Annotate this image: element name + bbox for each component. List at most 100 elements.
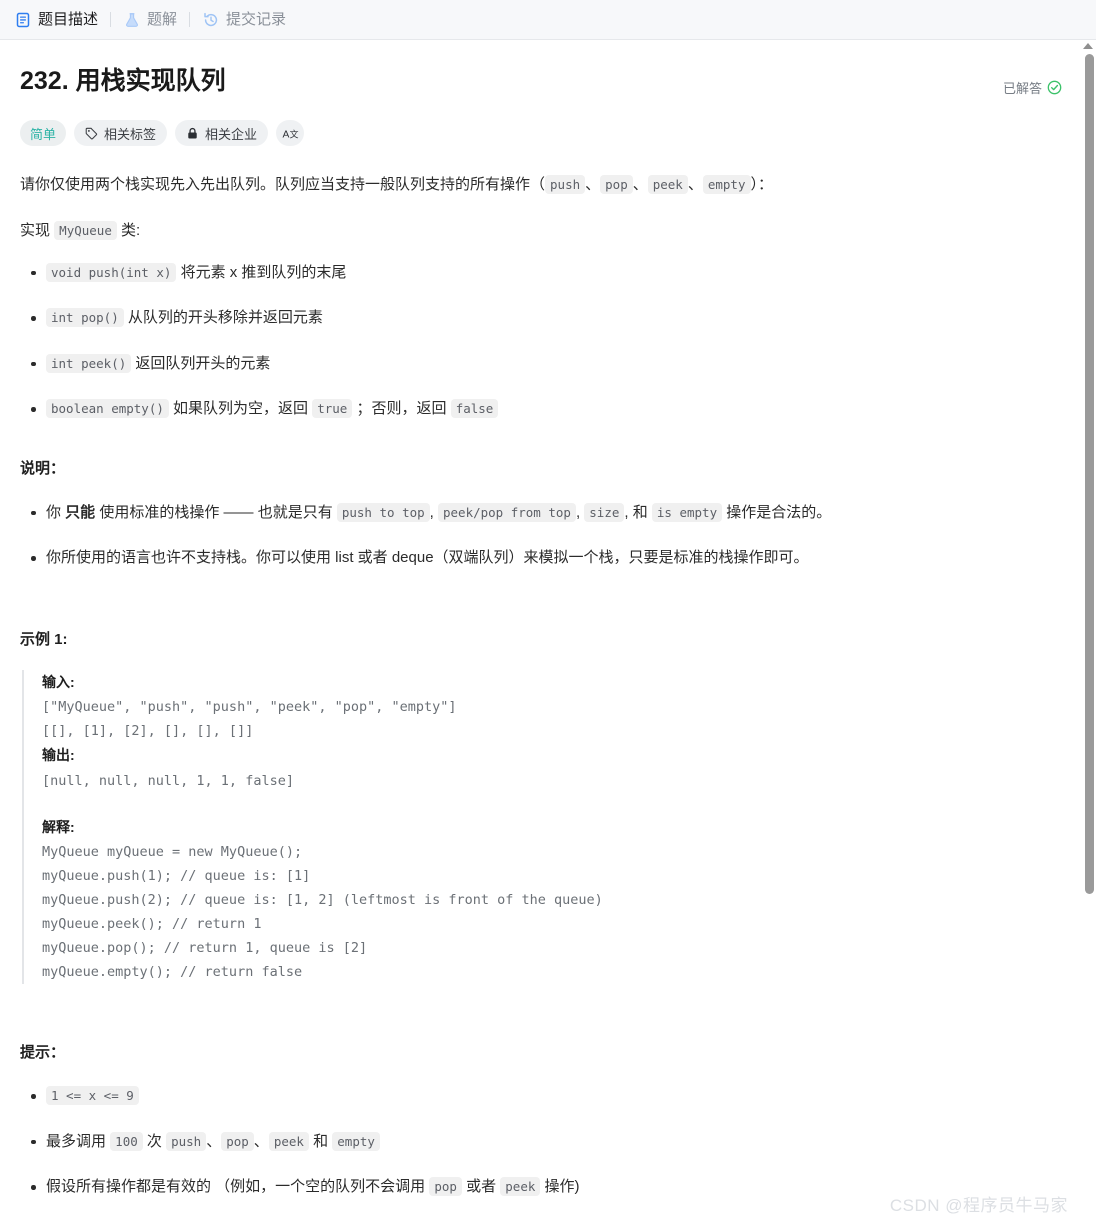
hint-text-b: 或者 [461, 1178, 501, 1196]
related-tags-label: 相关标签 [104, 126, 157, 142]
method-text-1: 如果队列为空，返回 [168, 400, 313, 418]
code-false: false [450, 399, 499, 419]
code-peek: peek [268, 1131, 309, 1151]
code-void-push: void push(int x) [46, 262, 177, 282]
tab-solutions[interactable]: 题解 [123, 11, 189, 28]
tag-icon [85, 127, 98, 140]
intro-text-1: 请你仅使用两个栈实现先入先出队列。队列应当支持一般队列支持的所有操作（ [20, 176, 546, 194]
hint-text-a: 假设所有操作都是有效的 （例如，一个空的队列不会调用 [46, 1178, 430, 1196]
explain-line-1: MyQueue myQueue = new MyQueue(); [42, 843, 303, 860]
explain-line-6: myQueue.empty(); // return false [42, 963, 303, 980]
translate-button[interactable]: A 文 [276, 120, 305, 147]
status-badge: 已解答 [1003, 66, 1062, 97]
code-int-peek: int peek() [46, 353, 132, 373]
notes-text-b: 使用标准的栈操作 —— 也就是只有 [95, 503, 337, 521]
tab-problem-description[interactable]: 题目描述 [14, 11, 110, 28]
code-peek: peek [647, 175, 688, 195]
code-peek: peek [500, 1177, 541, 1197]
code-push: push [545, 175, 586, 195]
tab-submissions[interactable]: 提交记录 [202, 11, 298, 28]
code-100: 100 [110, 1131, 143, 1151]
svg-text:A: A [282, 129, 289, 140]
hints-list: 1 <= x <= 9 最多调用 100 次 push、 pop、 peek 和 e… [20, 1083, 1062, 1200]
output-line-1: [null, null, null, 1, 1, false] [42, 772, 294, 789]
svg-text:文: 文 [289, 128, 298, 140]
sep-2: 、 [632, 176, 648, 194]
notes-list: 你 只能 使用标准的栈操作 —— 也就是只有 push to top, peek… [20, 500, 1062, 571]
history-icon [202, 11, 219, 28]
notes-text-d: 操作是合法的。 [722, 503, 832, 521]
example-block: 输入: ["MyQueue", "push", "push", "peek", … [22, 670, 1062, 984]
input-line-1: ["MyQueue", "push", "push", "peek", "pop… [42, 699, 457, 716]
code-empty: empty [702, 175, 751, 195]
implement-prefix: 实现 [20, 222, 55, 240]
tab-divider [110, 12, 112, 27]
sep: , 和 [624, 503, 652, 521]
list-item: 你所使用的语言也许不支持栈。你可以使用 list 或者 deque（双端队列）来… [31, 545, 1062, 571]
input-label: 输入: [42, 674, 75, 691]
code-size: size [584, 502, 625, 522]
tab-label: 题目描述 [38, 11, 99, 28]
code-is-empty: is empty [651, 502, 723, 522]
page-title: 232. 用栈实现队列 [20, 67, 226, 95]
title-row: 232. 用栈实现队列 已解答 [20, 66, 1062, 97]
explain-line-2: myQueue.push(1); // queue is: [1] [42, 867, 311, 884]
problem-description: 请你仅使用两个栈实现先入先出队列。队列应当支持一般队列支持的所有操作（ push、… [20, 172, 1062, 1200]
code-pop: pop [221, 1131, 254, 1151]
list-item: 你 只能 使用标准的栈操作 —— 也就是只有 push to top, peek… [31, 500, 1062, 526]
method-text: 返回队列开头的元素 [131, 354, 271, 372]
list-item: int peek() 返回队列开头的元素 [31, 351, 1062, 377]
problem-content: 232. 用栈实现队列 已解答 简单 相关标签 相关企业 A 文 请你仅使用两个… [0, 40, 1096, 1200]
notes-text-a: 你 [46, 503, 66, 521]
code-true: true [312, 399, 353, 419]
output-label: 输出: [42, 747, 75, 764]
explain-line-4: myQueue.peek(); // return 1 [42, 915, 262, 932]
example-gap [42, 793, 1062, 815]
sep: 、 [253, 1132, 269, 1150]
tab-divider [189, 12, 191, 27]
difficulty-badge[interactable]: 简单 [20, 120, 67, 147]
notes-title: 说明： [20, 459, 66, 477]
sep-1: 、 [585, 176, 601, 194]
explain-label: 解释: [42, 818, 75, 835]
method-text: 从队列的开头移除并返回元素 [123, 309, 323, 327]
sep-3: 、 [687, 176, 703, 194]
hint-text-b: 次 [142, 1132, 167, 1150]
badge-row: 简单 相关标签 相关企业 A 文 [20, 120, 1062, 147]
hint-text-c: 和 [308, 1132, 333, 1150]
watermark: CSDN @程序员牛马家 [889, 1196, 1068, 1215]
tab-bar: 题目描述 题解 提交记录 [0, 0, 1096, 40]
scrollbar-thumb[interactable] [1085, 54, 1094, 894]
method-text-2: ；否则，返回 [352, 400, 451, 418]
list-item: boolean empty() 如果队列为空，返回 true ；否则，返回 fa… [31, 396, 1062, 422]
code-boolean-empty: boolean empty() [46, 399, 169, 419]
check-circle-icon [1047, 80, 1062, 95]
code-pop: pop [600, 175, 633, 195]
code-peek-pop-from-top: peek/pop from top [438, 502, 576, 522]
code-pop: pop [429, 1177, 462, 1197]
tab-label: 题解 [147, 11, 178, 28]
hint-text-a: 最多调用 [46, 1132, 111, 1150]
related-companies-button[interactable]: 相关企业 [175, 120, 269, 147]
example-title: 示例 1: [20, 630, 68, 648]
list-item: 最多调用 100 次 push、 pop、 peek 和 empty [31, 1129, 1062, 1155]
code-constraint-x: 1 <= x <= 9 [46, 1086, 139, 1106]
code-myqueue: MyQueue [54, 221, 117, 241]
explain-line-5: myQueue.pop(); // return 1, queue is [2] [42, 939, 368, 956]
example-input: 输入: ["MyQueue", "push", "push", "peek", … [42, 670, 1062, 792]
related-tags-button[interactable]: 相关标签 [74, 120, 168, 147]
list-item: 1 <= x <= 9 [31, 1083, 1062, 1109]
method-text: 将元素 x 推到队列的末尾 [176, 263, 347, 281]
hint-text-c: 操作) [540, 1178, 580, 1196]
scrollbar[interactable] [1081, 41, 1096, 1232]
lock-icon [186, 127, 199, 140]
implement-suffix: 类: [116, 222, 141, 240]
implement-paragraph: 实现 MyQueue 类: [20, 218, 1062, 244]
tab-label: 提交记录 [226, 11, 287, 28]
translate-icon: A 文 [282, 126, 299, 141]
code-empty: empty [332, 1131, 380, 1151]
scroll-up-arrow-icon[interactable] [1083, 43, 1093, 49]
sep: 、 [206, 1132, 222, 1150]
sep: , [429, 503, 438, 521]
list-item: int pop() 从队列的开头移除并返回元素 [31, 305, 1062, 331]
